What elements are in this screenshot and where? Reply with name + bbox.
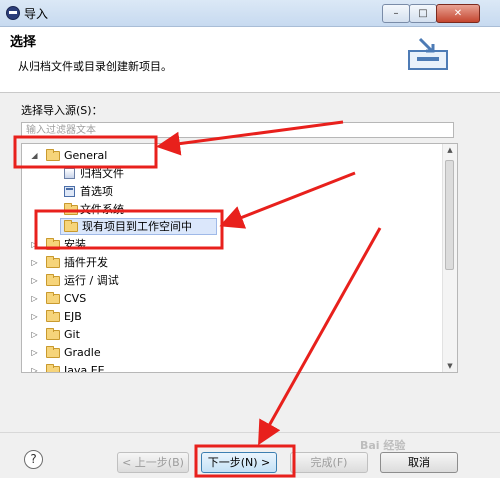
filter-input[interactable] xyxy=(21,122,454,138)
minimize-button[interactable]: – xyxy=(382,4,410,23)
tree-item-javaee[interactable]: ▷ Java EE xyxy=(22,362,442,373)
maximize-button[interactable]: □ xyxy=(409,4,437,23)
folder-open-icon xyxy=(46,149,60,161)
window-title: 导入 xyxy=(24,7,49,21)
folder-icon xyxy=(46,328,60,340)
collapsed-arrow-icon[interactable]: ▷ xyxy=(30,236,39,253)
tree-scrollbar[interactable]: ▲ ▼ xyxy=(442,144,457,372)
tree-item-label: Java EE xyxy=(64,364,105,373)
title-bar: 导入 – □ ✕ xyxy=(0,0,500,27)
tree-item-run-debug[interactable]: ▷ 运行 / 调试 xyxy=(22,272,442,289)
collapsed-arrow-icon[interactable]: ▷ xyxy=(30,344,39,361)
tree-item-label: Git xyxy=(64,328,80,341)
tree-item-label: 现有项目到工作空间中 xyxy=(82,220,192,233)
tree-item-label: 归档文件 xyxy=(80,167,124,180)
tree-item-label: 安装 xyxy=(64,238,86,251)
back-button[interactable]: < 上一步(B) xyxy=(117,452,189,473)
tree-item-preferences[interactable]: 首选项 xyxy=(22,183,442,200)
collapsed-arrow-icon[interactable]: ▷ xyxy=(30,308,39,325)
folder-icon xyxy=(46,364,60,372)
help-icon[interactable]: ? xyxy=(24,450,43,469)
scroll-down-icon[interactable]: ▼ xyxy=(443,362,457,370)
folder-icon xyxy=(46,346,60,358)
folder-icon xyxy=(46,238,60,250)
button-bar-divider xyxy=(0,432,500,433)
source-label: 选择导入源(S)： xyxy=(21,104,103,117)
tree-item-label: CVS xyxy=(64,292,87,305)
scrollbar-thumb[interactable] xyxy=(445,160,454,270)
tree-item-filesystem[interactable]: 文件系统 xyxy=(22,201,442,218)
preferences-icon xyxy=(64,186,75,197)
import-wizard-icon xyxy=(408,37,448,70)
tree-item-gradle[interactable]: ▷ Gradle xyxy=(22,344,442,361)
tree-item-ejb[interactable]: ▷ EJB xyxy=(22,308,442,325)
next-button[interactable]: 下一步(N) > xyxy=(201,452,277,473)
watermark: Bai 经验 xyxy=(360,439,406,452)
folder-icon xyxy=(46,310,60,322)
tree-item-plugin-dev[interactable]: ▷ 插件开发 xyxy=(22,254,442,271)
tree-item-label: EJB xyxy=(64,310,82,323)
collapsed-arrow-icon[interactable]: ▷ xyxy=(30,290,39,307)
folder-icon xyxy=(64,203,78,215)
tree-item-git[interactable]: ▷ Git xyxy=(22,326,442,343)
archive-icon xyxy=(64,168,75,179)
collapsed-arrow-icon[interactable]: ▷ xyxy=(30,254,39,271)
tree-item-cvs[interactable]: ▷ CVS xyxy=(22,290,442,307)
tree-item-label: 首选项 xyxy=(80,185,113,198)
tree-item-label: 运行 / 调试 xyxy=(64,274,119,287)
tree-item-general[interactable]: ◢ General xyxy=(22,147,442,164)
maximize-icon: □ xyxy=(418,8,428,19)
folder-icon xyxy=(46,292,60,304)
page-title: 选择 xyxy=(10,35,37,50)
tree-item-archive[interactable]: 归档文件 xyxy=(22,165,442,182)
tree-item-label: General xyxy=(64,149,108,162)
collapsed-arrow-icon[interactable]: ▷ xyxy=(30,272,39,289)
minimize-icon: – xyxy=(393,8,399,19)
wizard-header: 选择 从归档文件或目录创建新项目。 xyxy=(0,27,500,93)
collapsed-arrow-icon[interactable]: ▷ xyxy=(30,326,39,343)
cancel-button[interactable]: 取消 xyxy=(380,452,458,473)
tree-item-label: 插件开发 xyxy=(64,256,108,269)
scroll-up-icon[interactable]: ▲ xyxy=(443,146,457,154)
folder-open-icon xyxy=(64,220,78,232)
tree-item-label: 文件系统 xyxy=(80,203,124,216)
page-description: 从归档文件或目录创建新项目。 xyxy=(18,60,172,73)
expanded-arrow-icon[interactable]: ◢ xyxy=(30,147,39,164)
folder-icon xyxy=(46,256,60,268)
folder-icon xyxy=(46,274,60,286)
app-icon xyxy=(6,6,20,20)
close-button[interactable]: ✕ xyxy=(436,4,480,23)
tree-item-label: Gradle xyxy=(64,346,101,359)
collapsed-arrow-icon[interactable]: ▷ xyxy=(30,362,39,372)
tree-item-install[interactable]: ▷ 安装 xyxy=(22,236,442,253)
finish-button[interactable]: 完成(F) xyxy=(290,452,368,473)
tree-item-existing-projects[interactable]: 现有项目到工作空间中 xyxy=(22,218,442,235)
import-source-tree[interactable]: ◢ General 归档文件 首选项 文件系统 现有项目到工作空间中 ▷ 安装 … xyxy=(21,143,458,373)
close-icon: ✕ xyxy=(453,8,463,19)
